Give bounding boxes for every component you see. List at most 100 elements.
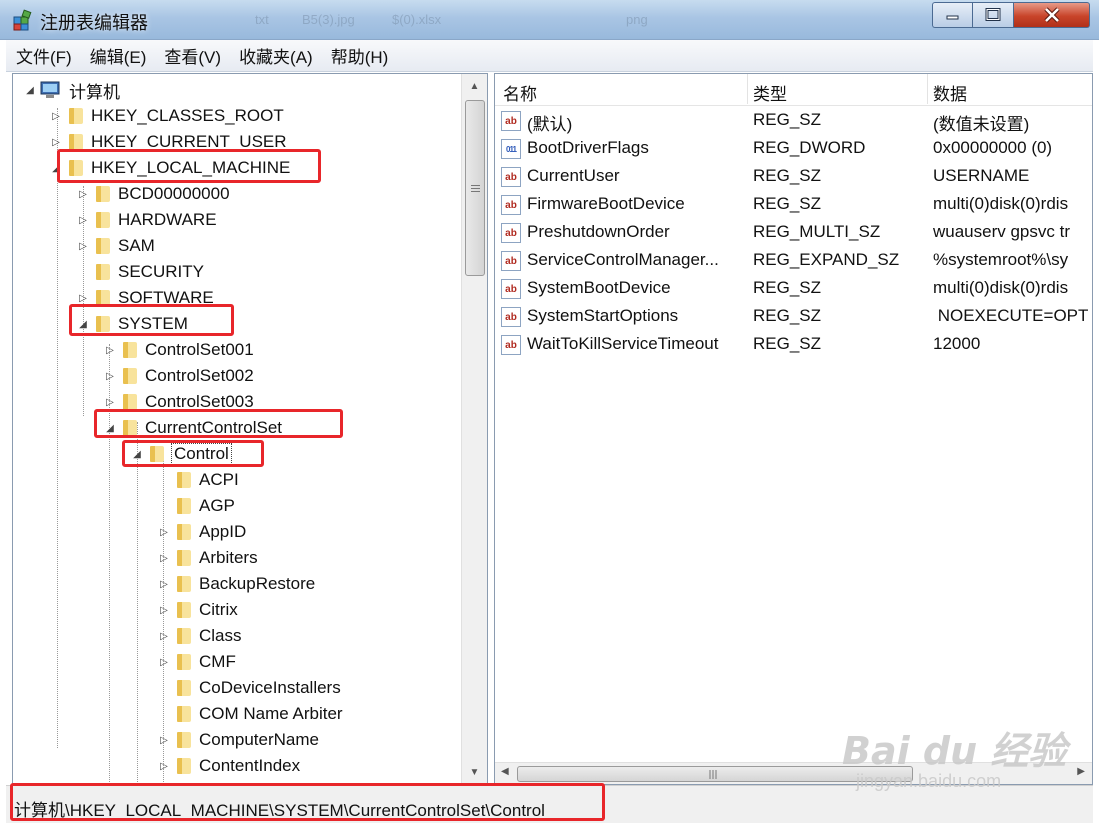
collapse-toggle-icon[interactable]: ◢ bbox=[76, 317, 90, 331]
title-bar[interactable]: 注册表编辑器 txt B5(3).jpg $(0).xlsx png bbox=[0, 0, 1099, 40]
expand-toggle-icon[interactable]: ▷ bbox=[157, 655, 171, 669]
list-row-systembootdevice[interactable]: ab SystemBootDevice REG_SZ multi(0)disk(… bbox=[495, 275, 1092, 303]
column-header-data[interactable]: 数据 bbox=[933, 80, 967, 105]
expand-toggle-icon[interactable]: ▷ bbox=[157, 577, 171, 591]
tree-node-label: Arbiters bbox=[199, 548, 258, 567]
binary-value-icon: 011 bbox=[501, 139, 521, 159]
tree-node-codeviceinstallers[interactable]: CoDeviceInstallers bbox=[157, 676, 341, 700]
tree-node-com-name-arbiter[interactable]: COM Name Arbiter bbox=[157, 702, 343, 726]
maximize-button[interactable] bbox=[972, 2, 1014, 28]
scrollbar-thumb[interactable] bbox=[465, 100, 485, 276]
folder-icon bbox=[92, 186, 112, 202]
tree-node-controlset003[interactable]: ▷ ControlSet003 bbox=[103, 390, 254, 414]
tree-node-label: COM Name Arbiter bbox=[199, 704, 343, 723]
list-row-servicecontrolmanager[interactable]: ab ServiceControlManager... REG_EXPAND_S… bbox=[495, 247, 1092, 275]
tree-node-controlset001[interactable]: ▷ ControlSet001 bbox=[103, 338, 254, 362]
tree-node-controlset002[interactable]: ▷ ControlSet002 bbox=[103, 364, 254, 388]
value-data: USERNAME bbox=[933, 166, 1030, 185]
expand-toggle-icon[interactable]: ▷ bbox=[76, 187, 90, 201]
column-header-name[interactable]: 名称 bbox=[503, 80, 537, 105]
scroll-up-arrow-icon[interactable]: ▲ bbox=[462, 76, 487, 96]
tree-node-hkcr[interactable]: ▷ HKEY_CLASSES_ROOT bbox=[49, 104, 284, 128]
list-row-currentuser[interactable]: ab CurrentUser REG_SZ USERNAME bbox=[495, 163, 1092, 191]
folder-icon bbox=[173, 680, 193, 696]
tree-node-software[interactable]: ▷ SOFTWARE bbox=[76, 286, 214, 310]
tree-node-acpi[interactable]: ACPI bbox=[157, 468, 239, 492]
expand-toggle-icon[interactable]: ▷ bbox=[103, 343, 117, 357]
watermark-logo: Bai du 经验 bbox=[842, 729, 1067, 773]
list-header: 名称 类型 数据 bbox=[495, 74, 1092, 106]
tree-node-agp[interactable]: AGP bbox=[157, 494, 235, 518]
expand-toggle-icon[interactable]: ▷ bbox=[103, 395, 117, 409]
collapse-toggle-icon[interactable]: ◢ bbox=[130, 447, 144, 461]
tree-node-contentindex[interactable]: ▷ ContentIndex bbox=[157, 754, 300, 778]
registry-value-list[interactable]: 名称 类型 数据 ab (默认) REG_SZ (数值未设置) 011 Boot… bbox=[494, 73, 1093, 785]
menu-file[interactable]: 文件(F) bbox=[14, 41, 74, 70]
expand-toggle-icon[interactable]: ▷ bbox=[157, 629, 171, 643]
expand-toggle-icon[interactable]: ▷ bbox=[157, 759, 171, 773]
tree-node-appid[interactable]: ▷ AppID bbox=[157, 520, 246, 544]
tree-node-label: SOFTWARE bbox=[118, 288, 214, 307]
expand-toggle-icon[interactable]: ▷ bbox=[76, 213, 90, 227]
expand-toggle-icon[interactable]: ▷ bbox=[103, 369, 117, 383]
tree-node-label: ControlSet002 bbox=[145, 366, 254, 385]
menu-favorites[interactable]: 收藏夹(A) bbox=[237, 41, 315, 70]
expand-toggle-icon[interactable]: ▷ bbox=[49, 109, 63, 123]
menu-bar: 文件(F) 编辑(E) 查看(V) 收藏夹(A) 帮助(H) bbox=[6, 40, 1093, 72]
expand-toggle-icon[interactable]: ▷ bbox=[157, 603, 171, 617]
tree-node-currentcontrolset[interactable]: ◢ CurrentControlSet bbox=[103, 416, 282, 440]
folder-icon bbox=[173, 472, 193, 488]
collapse-toggle-icon[interactable]: ◢ bbox=[49, 161, 63, 175]
tree-node-hkcu[interactable]: ▷ HKEY_CURRENT_USER bbox=[49, 130, 286, 154]
tree-node-cmf[interactable]: ▷ CMF bbox=[157, 650, 236, 674]
menu-view[interactable]: 查看(V) bbox=[162, 41, 223, 70]
tree-node-bcd[interactable]: ▷ BCD00000000 bbox=[76, 182, 229, 206]
tree-node-class[interactable]: ▷ Class bbox=[157, 624, 241, 648]
list-row-waittokillservicetimeout[interactable]: ab WaitToKillServiceTimeout REG_SZ 12000 bbox=[495, 331, 1092, 359]
tree-node-label: CurrentControlSet bbox=[145, 418, 283, 437]
tree-node-system[interactable]: ◢ SYSTEM bbox=[76, 312, 188, 336]
expand-toggle-icon[interactable]: ▷ bbox=[157, 525, 171, 539]
minimize-button[interactable] bbox=[932, 2, 972, 28]
list-row-firmwarebootdevice[interactable]: ab FirmwareBootDevice REG_SZ multi(0)dis… bbox=[495, 191, 1092, 219]
list-row-systemstartoptions[interactable]: ab SystemStartOptions REG_SZ NOEXECUTE=O… bbox=[495, 303, 1092, 331]
list-row-preshutdownorder[interactable]: ab PreshutdownOrder REG_MULTI_SZ wuauser… bbox=[495, 219, 1092, 247]
column-header-type[interactable]: 类型 bbox=[753, 80, 787, 105]
string-value-icon: ab bbox=[501, 195, 521, 215]
toggle-placeholder bbox=[157, 499, 171, 513]
tree-node-security[interactable]: SECURITY bbox=[76, 260, 204, 284]
tree-node-backuprestore[interactable]: ▷ BackupRestore bbox=[157, 572, 315, 596]
close-button[interactable] bbox=[1014, 2, 1090, 28]
expand-toggle-icon[interactable]: ▷ bbox=[49, 135, 63, 149]
tree-node-computer[interactable]: ◢ 计算机 bbox=[23, 78, 120, 102]
registry-key-tree[interactable]: ◢ 计算机 ▷ HKEY_CLASSES_ROOT ▷ HKEY_CURRENT… bbox=[12, 73, 488, 785]
collapse-toggle-icon[interactable]: ◢ bbox=[103, 421, 117, 435]
tree-node-label: ContentIndex bbox=[199, 756, 301, 775]
tree-node-computername[interactable]: ▷ ComputerName bbox=[157, 728, 319, 752]
scroll-down-arrow-icon[interactable]: ▼ bbox=[462, 762, 487, 782]
scroll-right-arrow-icon[interactable]: ▶ bbox=[1077, 766, 1085, 777]
expand-toggle-icon[interactable]: ▷ bbox=[76, 291, 90, 305]
expand-toggle-icon[interactable]: ▷ bbox=[76, 239, 90, 253]
tree-vertical-scrollbar[interactable]: ▲ ▼ bbox=[461, 74, 487, 784]
tree-node-sam[interactable]: ▷ SAM bbox=[76, 234, 155, 258]
menu-help[interactable]: 帮助(H) bbox=[329, 41, 391, 70]
value-type: REG_MULTI_SZ bbox=[753, 222, 881, 241]
folder-icon bbox=[146, 446, 166, 462]
folder-icon bbox=[173, 550, 193, 566]
list-row-bootdriverflags[interactable]: 011 BootDriverFlags REG_DWORD 0x00000000… bbox=[495, 135, 1092, 163]
tree-node-citrix[interactable]: ▷ Citrix bbox=[157, 598, 238, 622]
tree-node-control[interactable]: ◢ Control bbox=[130, 442, 232, 466]
value-data: NOEXECUTE=OPT bbox=[933, 306, 1089, 325]
folder-icon bbox=[173, 576, 193, 592]
tree-node-hklm[interactable]: ◢ HKEY_LOCAL_MACHINE bbox=[49, 156, 290, 180]
expand-toggle-icon[interactable]: ▷ bbox=[157, 551, 171, 565]
list-row-default[interactable]: ab (默认) REG_SZ (数值未设置) bbox=[495, 107, 1092, 135]
tree-node-hardware[interactable]: ▷ HARDWARE bbox=[76, 208, 216, 232]
current-key-path: 计算机\HKEY_LOCAL_MACHINE\SYSTEM\CurrentCon… bbox=[14, 801, 545, 820]
tree-node-arbiters[interactable]: ▷ Arbiters bbox=[157, 546, 258, 570]
collapse-toggle-icon[interactable]: ◢ bbox=[23, 83, 37, 97]
expand-toggle-icon[interactable]: ▷ bbox=[157, 733, 171, 747]
scroll-left-arrow-icon[interactable]: ◀ bbox=[501, 766, 509, 777]
menu-edit[interactable]: 编辑(E) bbox=[88, 41, 149, 70]
